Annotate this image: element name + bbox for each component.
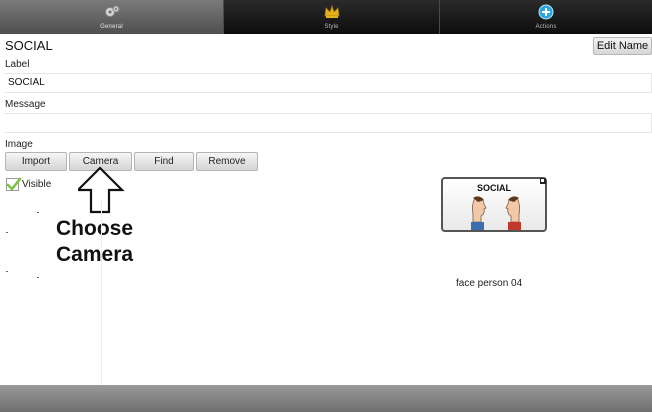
divider (101, 200, 102, 385)
tab-actions-label: Actions (535, 24, 557, 30)
tab-general[interactable]: General (0, 0, 224, 34)
crown-icon (324, 4, 339, 18)
visible-label: Visible (22, 179, 52, 190)
speck (37, 212, 39, 213)
plus-circle-icon (538, 4, 554, 20)
tab-style-label: Style (324, 24, 339, 30)
remove-button[interactable]: Remove (196, 152, 258, 171)
speck (6, 232, 8, 233)
face-person-icon (471, 196, 521, 230)
tab-actions[interactable]: Actions (440, 0, 652, 34)
up-arrow-icon (78, 166, 125, 214)
tab-bar: General Style Actions (0, 0, 652, 34)
message-field[interactable] (4, 113, 652, 133)
label-heading: Label (5, 59, 30, 70)
edit-name-button[interactable]: Edit Name (593, 37, 652, 55)
page-title: SOCIAL (5, 38, 53, 53)
callout-text: Choose Camera (56, 216, 133, 268)
speck (6, 271, 8, 272)
image-name: face person 04 (456, 278, 523, 289)
symbol-tile[interactable]: SOCIAL (441, 177, 547, 232)
bottom-bar (0, 385, 652, 412)
image-button-group: Import Camera Find Remove (5, 152, 258, 171)
tile-label: SOCIAL (476, 183, 511, 193)
speck (37, 277, 39, 278)
visible-checkbox[interactable] (6, 177, 22, 191)
image-heading: Image (5, 139, 33, 150)
import-button[interactable]: Import (5, 152, 67, 171)
callout-line-1: Choose (56, 217, 134, 240)
find-button[interactable]: Find (134, 152, 194, 171)
gears-icon (104, 5, 119, 17)
message-heading: Message (5, 99, 46, 110)
checkmark-icon (6, 177, 22, 191)
label-field[interactable]: SOCIAL (4, 73, 652, 93)
tab-style[interactable]: Style (224, 0, 440, 34)
callout-line-2: Camera (56, 243, 134, 266)
tab-general-label: General (100, 24, 123, 30)
visible-row[interactable]: Visible (6, 177, 52, 191)
